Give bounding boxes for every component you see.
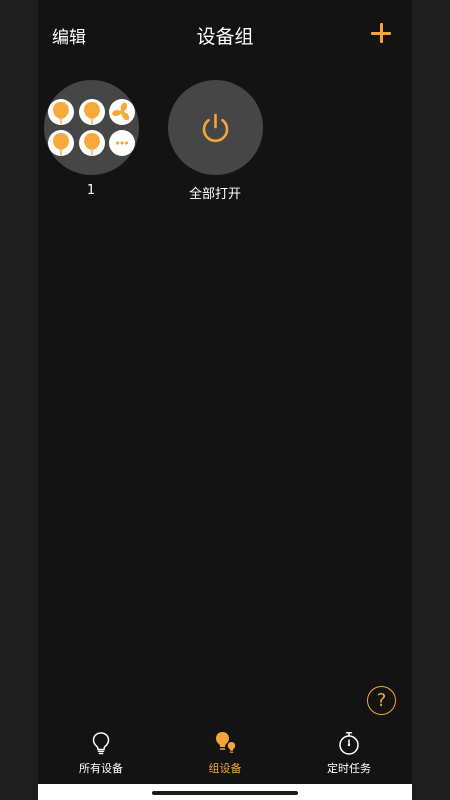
bulb-icon xyxy=(78,99,105,125)
bulb-icon xyxy=(47,99,74,125)
page-title: 设备组 xyxy=(196,26,254,48)
tab-scheduled-tasks[interactable]: 定时任务 xyxy=(299,730,399,776)
stopwatch-icon xyxy=(339,732,359,755)
home-indicator[interactable] xyxy=(152,791,298,795)
tab-bar: 所有设备 组设备 定时任务 xyxy=(38,728,412,786)
header: 编辑 设备组 xyxy=(38,0,412,66)
left-margin xyxy=(0,0,38,800)
more-icon xyxy=(108,130,135,156)
group-bulbs-icon xyxy=(216,732,236,753)
group-label: 全部打开 xyxy=(188,187,241,202)
bulb-icon xyxy=(78,130,105,156)
group-label: 1 xyxy=(86,183,96,198)
home-indicator-bar xyxy=(38,784,412,800)
tab-label: 定时任务 xyxy=(327,762,371,775)
tab-all-devices[interactable]: 所有设备 xyxy=(51,730,151,776)
tab-label: 组设备 xyxy=(208,762,242,775)
lightbulb-icon xyxy=(92,732,110,755)
power-icon xyxy=(202,113,228,143)
tab-group-devices[interactable]: 组设备 xyxy=(175,730,275,776)
app-screen: 编辑 设备组 1 全部打开 ? 所有设备 组设备 定时任务 xyxy=(38,0,412,800)
right-margin xyxy=(412,0,450,800)
add-icon[interactable] xyxy=(368,20,394,46)
fan-icon xyxy=(108,99,135,125)
group-card-1[interactable]: 1 xyxy=(43,80,139,198)
group-card-all-on[interactable]: 全部打开 xyxy=(167,80,263,202)
tab-label: 所有设备 xyxy=(79,762,123,775)
group-device-collage[interactable] xyxy=(43,80,139,175)
all-on-circle[interactable] xyxy=(167,80,263,175)
bulb-icon xyxy=(47,130,74,156)
help-button[interactable]: ? xyxy=(367,686,396,715)
